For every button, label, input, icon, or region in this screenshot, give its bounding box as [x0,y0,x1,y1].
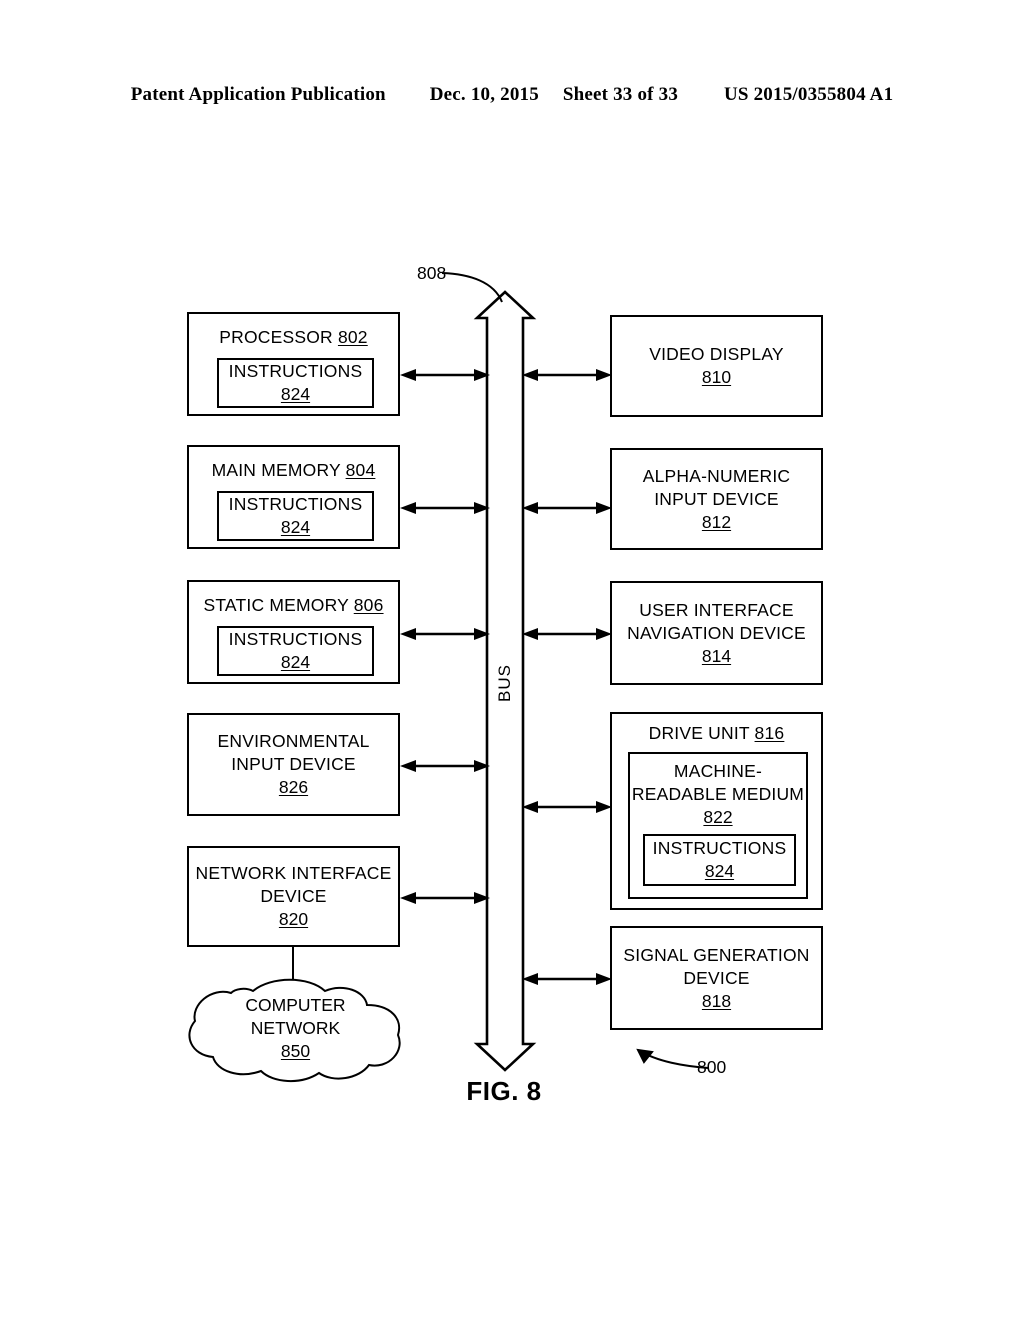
static-memory-title-row: STATIC MEMORY 806 [189,594,398,617]
computer-network-title-line1: COMPUTER [245,995,346,1015]
figure-caption: FIG. 8 [466,1076,542,1106]
signal-generation-device-box: SIGNAL GENERATION DEVICE 818 [610,926,823,1030]
machine-readable-medium-ref: 822 [703,807,733,827]
network-interface-device-title-line1: NETWORK INTERFACE [195,863,392,883]
user-interface-navigation-device-title-line2: NAVIGATION DEVICE [627,622,806,643]
connector-bus-video-display [522,368,612,382]
connector-processor-bus [400,368,490,382]
main-memory-instructions-title: INSTRUCTIONS [228,494,363,514]
main-memory-ref: 804 [345,460,376,480]
video-display-ref: 810 [701,367,732,387]
drive-unit-ref: 816 [754,723,785,743]
processor-instructions-box: INSTRUCTIONS 824 [217,358,374,408]
processor-instructions-ref: 824 [280,384,311,404]
alpha-numeric-input-device-title-line2: INPUT DEVICE [654,488,779,509]
connector-main-memory-bus [400,501,490,515]
alpha-numeric-input-device-ref: 812 [701,511,732,532]
drive-unit-title: DRIVE UNIT [648,723,750,743]
computer-network-ref: 850 [280,1041,311,1061]
main-memory-title: MAIN MEMORY [211,460,341,480]
machine-readable-medium-box: MACHINE- READABLE MEDIUM 822 INSTRUCTION… [628,752,808,899]
static-memory-title: STATIC MEMORY [203,595,349,615]
connector-bus-drive-unit [522,800,612,814]
processor-instructions-title: INSTRUCTIONS [228,361,363,381]
connector-static-memory-bus [400,627,490,641]
drive-unit-instructions-box: INSTRUCTIONS 824 [643,834,796,886]
video-display-box: VIDEO DISPLAY 810 [610,315,823,417]
user-interface-navigation-device-title-line1: USER INTERFACE [639,599,794,620]
main-memory-instructions-ref: 824 [280,517,311,537]
processor-title: PROCESSOR [219,327,333,347]
main-memory-instructions-box: INSTRUCTIONS 824 [217,491,374,541]
processor-ref: 802 [337,327,368,347]
bus-label: BUS [495,664,514,702]
main-memory-box: MAIN MEMORY 804 INSTRUCTIONS 824 [187,445,400,549]
signal-generation-device-ref: 818 [701,990,732,1011]
network-interface-device-title-line2: DEVICE [260,886,327,906]
environmental-input-device-title-line1: ENVIRONMENTAL [217,731,370,751]
system-leader-arrow [636,1048,709,1069]
connector-environmental-input-device-bus [400,759,490,773]
user-interface-navigation-device-box: USER INTERFACE NAVIGATION DEVICE 814 [610,581,823,685]
video-display-title: VIDEO DISPLAY [649,344,784,364]
static-memory-instructions-box: INSTRUCTIONS 824 [217,626,374,676]
environmental-input-device-box: ENVIRONMENTAL INPUT DEVICE 826 [187,713,400,816]
drive-unit-box: DRIVE UNIT 816 MACHINE- READABLE MEDIUM … [610,712,823,910]
processor-title-row: PROCESSOR 802 [189,326,398,349]
alpha-numeric-input-device-box: ALPHA-NUMERIC INPUT DEVICE 812 [610,448,823,550]
machine-readable-medium-title-line2: READABLE MEDIUM [631,784,805,804]
figure-8-diagram: BUS 808 800 PROCESSOR 802 INSTRUCTIONS 8… [0,0,1024,1320]
signal-generation-device-title-line1: SIGNAL GENERATION [623,944,810,965]
machine-readable-medium-title-line1: MACHINE- [673,761,763,781]
connector-bus-alpha-numeric-input-device [522,501,612,515]
static-memory-instructions-ref: 824 [280,652,311,672]
environmental-input-device-title-line2: INPUT DEVICE [231,754,356,774]
user-interface-navigation-device-ref: 814 [701,645,732,666]
computer-network-label: COMPUTER NETWORK 850 [183,994,408,1063]
static-memory-instructions-title: INSTRUCTIONS [228,629,363,649]
signal-generation-device-title-line2: DEVICE [683,967,750,988]
static-memory-ref: 806 [353,595,384,615]
network-interface-device-box: NETWORK INTERFACE DEVICE 820 [187,846,400,947]
bus-leader-line [441,272,503,303]
static-memory-box: STATIC MEMORY 806 INSTRUCTIONS 824 [187,580,400,684]
drive-unit-instructions-ref: 824 [704,861,735,881]
computer-network-title-line2: NETWORK [250,1018,341,1038]
connector-bus-user-interface-navigation-device [522,627,612,641]
drive-unit-instructions-title: INSTRUCTIONS [652,838,787,858]
drive-unit-title-row: DRIVE UNIT 816 [612,722,821,745]
processor-box: PROCESSOR 802 INSTRUCTIONS 824 [187,312,400,416]
main-memory-title-row: MAIN MEMORY 804 [189,459,398,482]
connector-network-interface-device-bus [400,891,490,905]
alpha-numeric-input-device-title-line1: ALPHA-NUMERIC [642,465,791,486]
network-interface-device-ref: 820 [278,909,309,929]
connector-bus-signal-generation-device [522,972,612,986]
environmental-input-device-ref: 826 [278,777,309,797]
